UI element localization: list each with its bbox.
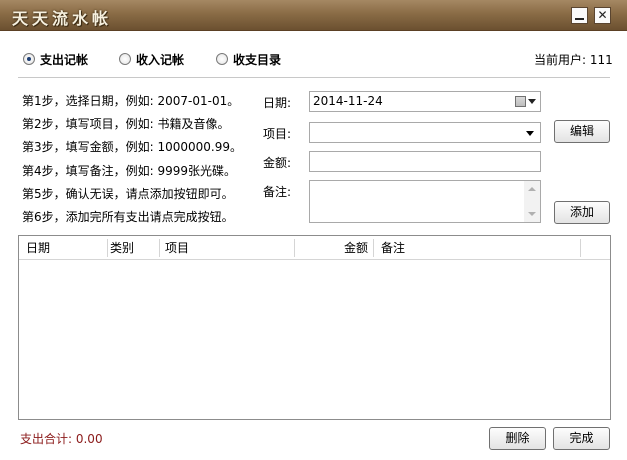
note-scrollbar[interactable]: [524, 181, 540, 222]
expense-total: 支出合计: 0.00: [20, 432, 103, 446]
instructions: 第1步，选择日期，例如: 2007-01-01。 第2步，填写项目，例如: 书籍…: [22, 92, 242, 231]
app-title: 天天流水帐: [12, 9, 113, 28]
amount-field[interactable]: [309, 151, 541, 172]
step-6: 第6步，添加完所有支出请点完成按钮。: [22, 209, 234, 224]
radio-income-label: 收入记帐: [136, 52, 185, 67]
radio-expense-label: 支出记帐: [40, 52, 89, 67]
records-table[interactable]: 日期 类别 项目 金额 备注: [18, 235, 611, 420]
column-date[interactable]: 日期: [26, 236, 50, 260]
note-textarea[interactable]: [309, 180, 541, 223]
column-separator: [159, 239, 160, 257]
minimize-button[interactable]: [571, 7, 588, 24]
column-project[interactable]: 项目: [165, 236, 189, 260]
step-1: 第1步，选择日期，例如: 2007-01-01。: [22, 94, 240, 108]
chevron-down-icon[interactable]: [526, 131, 534, 136]
column-category[interactable]: 类别: [110, 236, 134, 260]
column-separator: [580, 239, 581, 257]
delete-button[interactable]: 删除: [489, 427, 546, 450]
column-separator: [107, 239, 108, 257]
add-button[interactable]: 添加: [554, 201, 610, 224]
scroll-up-icon[interactable]: [528, 187, 536, 191]
radio-catalog[interactable]: 收支目录: [216, 51, 281, 67]
column-separator: [294, 239, 295, 257]
column-note[interactable]: 备注: [381, 236, 405, 260]
radio-income[interactable]: 收入记帐: [119, 51, 184, 67]
radio-expense[interactable]: 支出记帐: [23, 51, 88, 67]
chevron-down-icon[interactable]: [528, 99, 536, 104]
project-label: 项目:: [263, 127, 292, 141]
current-user: 当前用户: 111: [534, 53, 613, 67]
date-value: 2014-11-24: [313, 94, 383, 108]
done-button[interactable]: 完成: [553, 427, 610, 450]
radio-catalog-label: 收支目录: [233, 52, 282, 67]
table-header: 日期 类别 项目 金额 备注: [19, 236, 610, 260]
column-separator: [373, 239, 374, 257]
radio-dot-checked: [23, 53, 35, 65]
minimize-icon: [575, 18, 584, 20]
column-amount[interactable]: 金额: [344, 236, 368, 260]
calendar-icon[interactable]: [515, 96, 526, 107]
step-3: 第3步，填写金额，例如: 1000000.99。: [22, 140, 243, 155]
project-select[interactable]: [309, 122, 541, 143]
radio-dot: [119, 53, 131, 65]
date-label: 日期:: [263, 96, 292, 110]
radio-dot: [216, 53, 228, 65]
close-button[interactable]: ✕: [594, 7, 611, 24]
edit-button[interactable]: 编辑: [554, 120, 610, 143]
note-label: 备注:: [263, 185, 292, 199]
step-5: 第5步，确认无误，请点添加按钮即可。: [22, 186, 234, 201]
step-4: 第4步，填写备注，例如: 9999张光碟。: [22, 163, 237, 178]
date-picker[interactable]: 2014-11-24: [309, 91, 541, 112]
amount-label: 金额:: [263, 156, 292, 170]
divider: [18, 77, 610, 78]
step-2: 第2步，填写项目，例如: 书籍及音像。: [22, 117, 230, 132]
scroll-down-icon[interactable]: [528, 212, 536, 216]
title-bar: 天天流水帐 ✕: [0, 0, 627, 31]
